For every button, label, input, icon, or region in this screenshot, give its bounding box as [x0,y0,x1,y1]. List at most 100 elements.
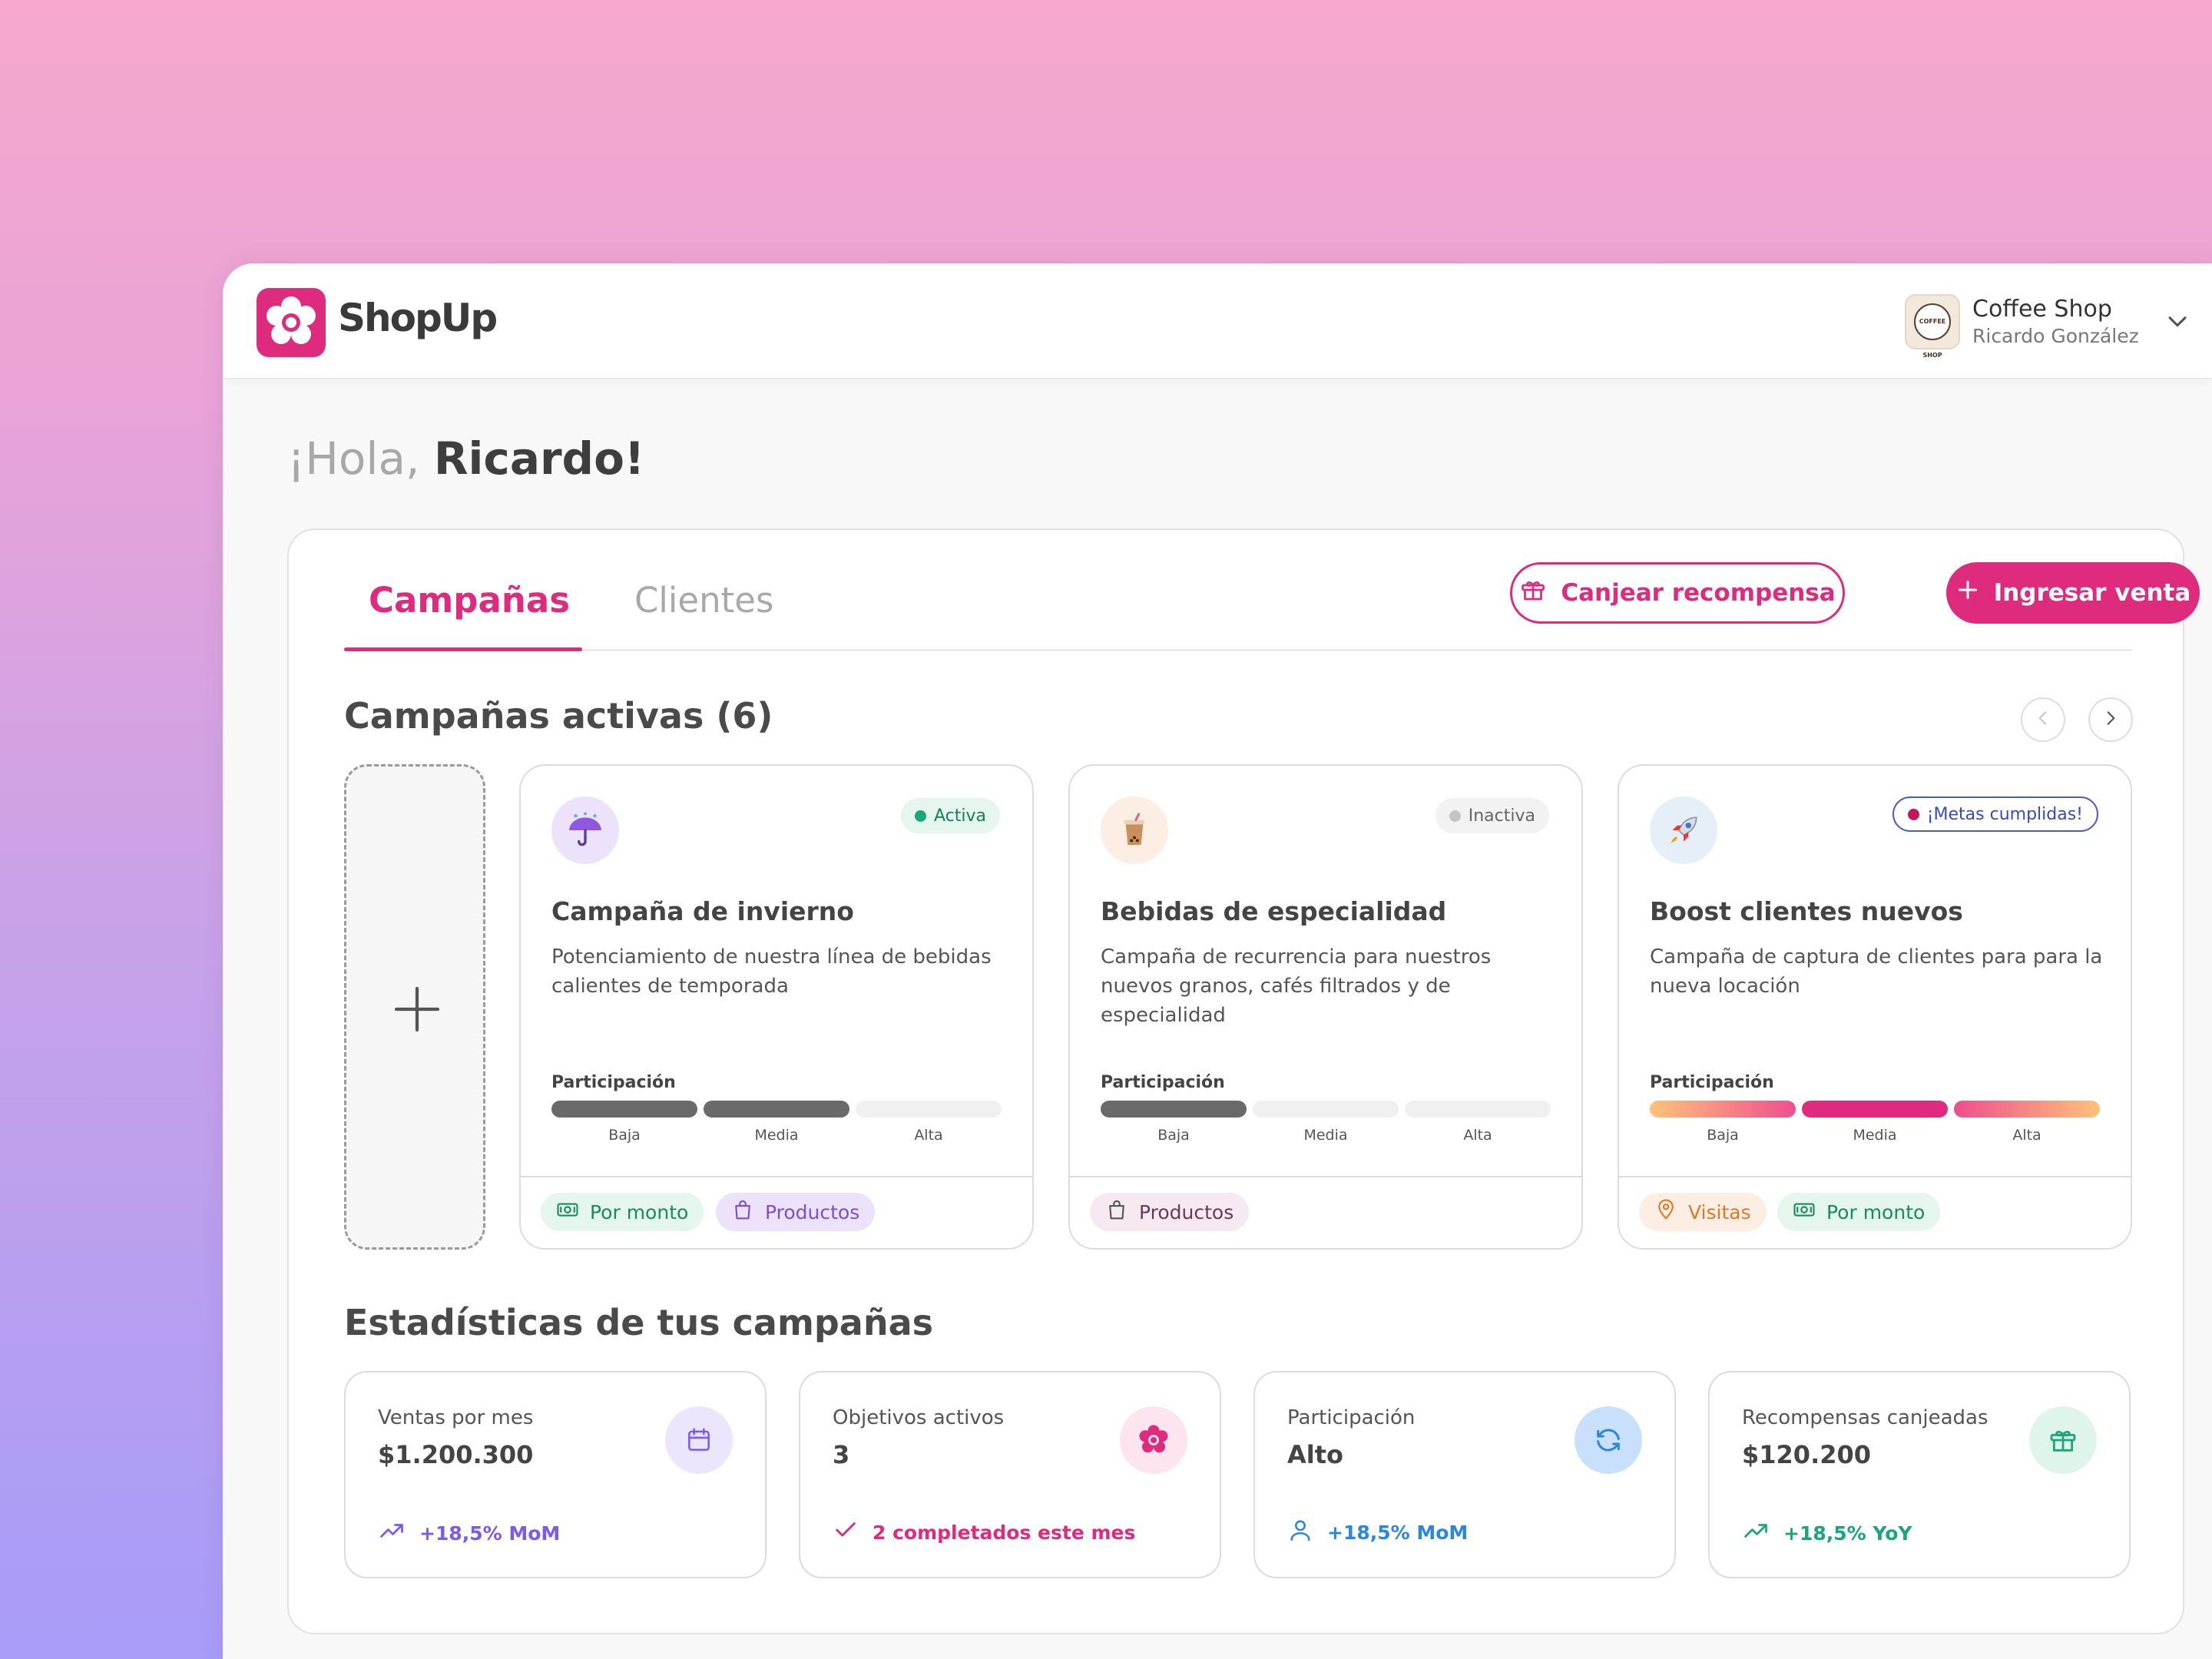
participation-label: Participación [551,1073,676,1092]
tag-label: Por monto [590,1200,689,1224]
campaign-card[interactable]: ¡Metas cumplidas! Boost clientes nuevos … [1618,764,2132,1250]
stat-trend: +18,5% YoY [1742,1517,1912,1549]
tag-by-amount[interactable]: Por monto [1777,1193,1941,1231]
carousel-next-button[interactable] [2088,697,2133,742]
rocket-icon [1650,796,1717,864]
tag-visits[interactable]: Visitas [1639,1193,1767,1231]
stat-card-rewards-redeemed[interactable]: Recompensas canjeadas $120.200 +18,5% Yo… [1708,1371,2131,1578]
stat-label: Objetivos activos [833,1406,1005,1429]
app-logo-icon[interactable] [257,288,326,357]
stat-card-active-goals[interactable]: Objetivos activos 3 2 completados este m… [799,1371,1221,1578]
tag-label: Visitas [1688,1200,1751,1224]
tag-label: Por monto [1826,1200,1926,1224]
campaign-tags: Por monto Productos [521,1176,1032,1248]
participation-bar [1101,1101,1551,1118]
participation-segment-low [1650,1101,1796,1118]
stat-trend: 2 completados este mes [833,1517,1135,1548]
calendar-icon [665,1406,733,1474]
level-low: Baja [1707,1127,1739,1144]
app-window: ShopUp COFFEE SHOP Coffee Shop Ricardo G… [223,263,2212,1659]
tag-products[interactable]: Productos [716,1193,876,1231]
chevron-down-icon[interactable] [2164,308,2190,337]
money-icon [556,1198,579,1226]
carousel-prev-button[interactable] [2021,697,2065,742]
stat-trend: +18,5% MoM [378,1517,560,1549]
redeem-reward-label: Canjear recompensa [1561,579,1836,607]
tag-label: Productos [1139,1200,1234,1224]
tag-products[interactable]: Productos [1090,1193,1250,1231]
stat-value: $1.200.300 [378,1440,534,1469]
target-flower-icon [1120,1406,1187,1474]
status-badge: Activa [901,798,1000,833]
campaign-description: Campaña de recurrencia para nuestros nue… [1101,945,1492,1027]
status-dot [1907,808,1919,820]
level-mid: Media [1303,1127,1348,1144]
participation-segment-high [1954,1101,2100,1118]
participation-bar [1650,1101,2100,1118]
gift-icon [2029,1406,2097,1474]
greeting-prefix: ¡Hola, [287,432,420,485]
active-campaigns-title: Campañas activas (6) [344,695,773,737]
stats-title: Estadísticas de tus campañas [344,1302,934,1343]
campaign-title: Bebidas de especialidad [1101,896,1447,926]
campaign-card[interactable]: Inactiva Bebidas de especialidad Campaña… [1068,764,1583,1250]
level-high: Alta [2012,1127,2041,1144]
stat-trend-label: 2 completados este mes [873,1521,1136,1544]
add-campaign-card[interactable] [344,764,485,1250]
location-icon [1654,1198,1677,1226]
shop-avatar[interactable]: COFFEE SHOP [1905,294,1960,359]
level-high: Alta [1463,1127,1492,1144]
campaign-description: Campaña de captura de clientes para para… [1650,945,2103,998]
stat-label: Recompensas canjeadas [1742,1406,1988,1429]
level-high: Alta [914,1127,943,1144]
stat-value: $120.200 [1742,1440,1872,1469]
add-sale-label: Ingresar venta [1993,579,2191,607]
participation-segment-low [1101,1101,1247,1118]
participation-bar [551,1101,1002,1118]
participation-label: Participación [1101,1073,1225,1092]
level-low: Baja [1157,1127,1190,1144]
campaign-title: Boost clientes nuevos [1650,896,1963,926]
chevron-right-icon [2101,708,2121,731]
status-label: Activa [934,806,986,826]
bag-icon [1105,1198,1128,1226]
campaign-card[interactable]: Activa Campaña de invierno Potenciamient… [519,764,1034,1250]
plus-icon [1955,578,1980,608]
top-bar: ShopUp COFFEE SHOP Coffee Shop Ricardo G… [223,263,2212,379]
participation-segment-high [856,1101,1002,1118]
add-sale-button[interactable]: Ingresar venta [1946,562,2200,624]
user-icon [1287,1517,1313,1548]
tag-by-amount[interactable]: Por monto [541,1193,704,1231]
umbrella-icon [551,796,619,864]
tab-campaigns[interactable]: Campañas [369,580,570,621]
status-dot [1449,810,1461,822]
redeem-reward-button[interactable]: Canjear recompensa [1510,562,1845,624]
bubble-tea-icon [1101,796,1168,864]
stat-card-monthly-sales[interactable]: Ventas por mes $1.200.300 +18,5% MoM [344,1371,767,1578]
tab-clients[interactable]: Clientes [634,580,773,621]
level-low: Baja [608,1127,641,1144]
level-mid: Media [754,1127,799,1144]
bag-icon [731,1198,754,1226]
main-panel: Campañas Clientes Canjear recompensa Ing… [287,528,2200,1634]
stat-value: 3 [833,1440,850,1469]
status-label: ¡Metas cumplidas! [1926,804,2083,824]
stat-trend: +18,5% MoM [1287,1517,1468,1548]
participation-segment-low [551,1101,697,1118]
user-name: Ricardo González [1972,325,2139,347]
status-dot [915,810,926,822]
stat-label: Participación [1287,1406,1416,1429]
plus-icon [389,982,445,1040]
tab-divider [344,649,2132,651]
check-icon [833,1517,859,1548]
stat-label: Ventas por mes [378,1406,534,1429]
gift-icon [1519,576,1547,610]
trending-up-icon [378,1517,406,1549]
participation-segment-mid [1253,1101,1399,1118]
campaign-tags: Productos [1070,1176,1581,1248]
trending-up-icon [1742,1517,1770,1549]
stat-card-participation[interactable]: Participación Alto +18,5% MoM [1253,1371,1676,1578]
tag-label: Productos [765,1200,860,1224]
stat-value: Alto [1287,1440,1344,1469]
campaign-tags: Visitas Por monto [1619,1176,2131,1248]
